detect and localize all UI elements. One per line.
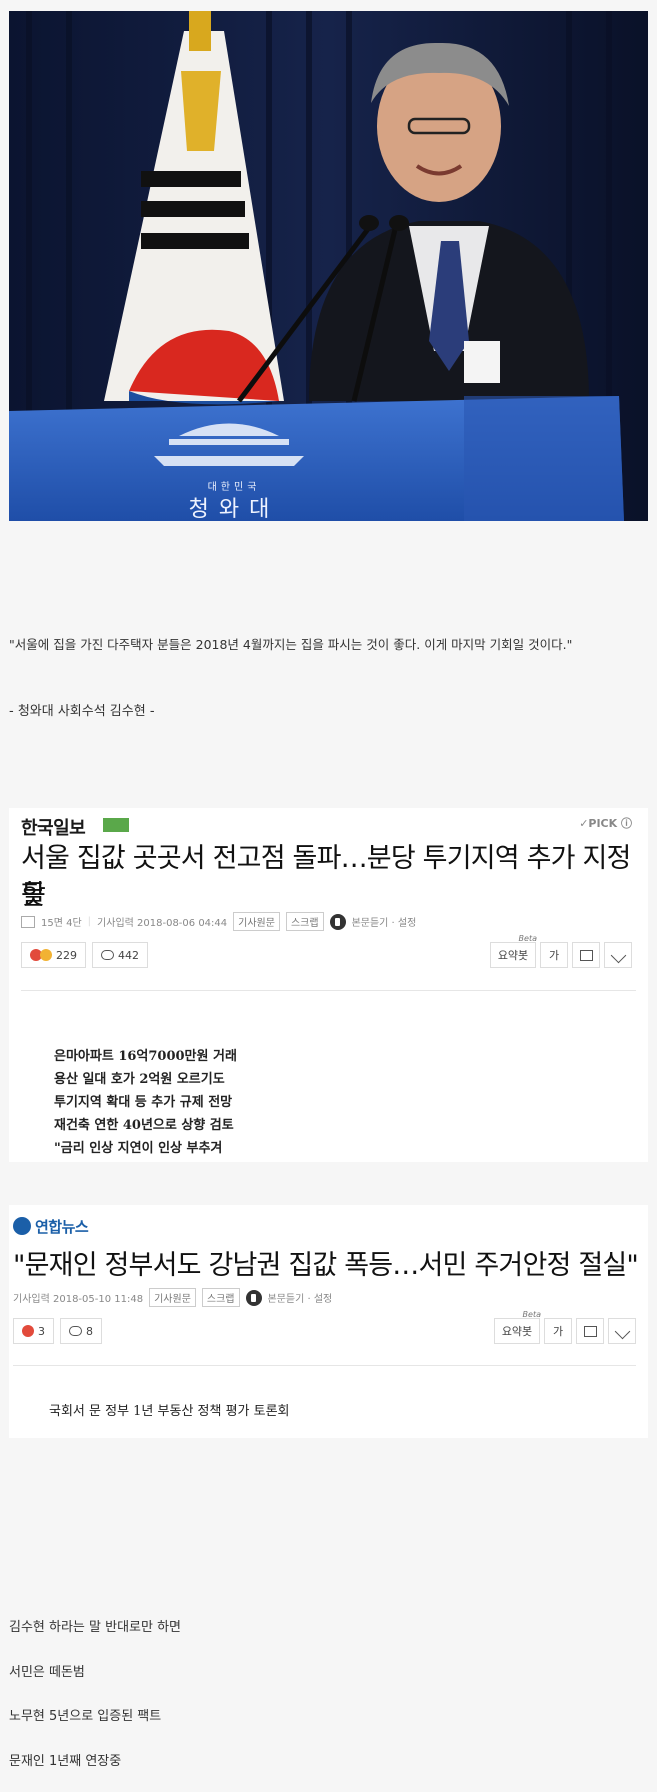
print-icon [583, 1325, 597, 1337]
share-button[interactable] [608, 1318, 636, 1344]
summary-bot-button[interactable]: 요약봇 Beta [494, 1310, 541, 1344]
original-article-button[interactable]: 기사원문 [233, 912, 280, 931]
comment-bubble-icon [69, 1326, 82, 1336]
newspaper-icon [21, 915, 35, 928]
comment-button[interactable]: 8 [60, 1318, 102, 1344]
reaction-count: 229 [56, 948, 77, 962]
yonhap-logo-icon [13, 1217, 31, 1235]
font-size-button[interactable]: 가 [540, 942, 568, 968]
article2-date: 기사입력 2018-05-10 11:48 [13, 1294, 144, 1305]
reaction-button[interactable]: 229 [21, 942, 86, 968]
sad-emoji-icon [40, 949, 52, 961]
reaction-button[interactable]: 3 [13, 1318, 54, 1344]
beta-label: Beta [522, 1310, 541, 1319]
closing-line-4: 문재인 1년째 연장중 [9, 1754, 122, 1769]
listen-settings-link[interactable]: 본문듣기 · 설정 [268, 1290, 333, 1305]
article1-subhead-1: 은마아파트 16억7000만원 거래 [54, 1049, 237, 1064]
print-button[interactable] [576, 1318, 604, 1344]
article1-meta: 15면 4단 | 기사입력 2018-08-06 04:44 기사원문 스크랩 … [21, 912, 416, 931]
article1-date: 기사입력 2018-08-06 04:44 [97, 918, 228, 929]
share-icon [610, 947, 626, 963]
meta-separator: | [87, 916, 92, 927]
article1-headline-line2[interactable]: 듯 [21, 877, 46, 914]
hankook-logo[interactable]: 한국일보 [21, 814, 86, 840]
quote-attribution: - 청와대 사회수석 김수현 - [9, 704, 155, 719]
article1-subhead-4: 재건축 연한 40년으로 상향 검토 [54, 1118, 234, 1133]
yonhap-logo[interactable]: 연합뉴스 [35, 1216, 89, 1237]
share-button[interactable] [604, 942, 632, 968]
listen-settings-link[interactable]: 본문듣기 · 설정 [352, 914, 417, 929]
angry-emoji-icon [22, 1325, 34, 1337]
print-icon [579, 949, 593, 961]
summary-bot-label: 요약봇 [497, 949, 529, 962]
article1-headline-line1[interactable]: 서울 집값 곳곳서 전고점 돌파…분당 투기지역 추가 지정할 [21, 840, 648, 914]
article1-subhead-3: 투기지역 확대 등 추가 규제 전망 [54, 1095, 233, 1110]
scrap-button[interactable]: 스크랩 [285, 912, 324, 931]
article1-subhead-5: "금리 인상 지연이 인상 부추겨 [54, 1141, 223, 1156]
article2-headline[interactable]: "문재인 정부서도 강남권 집값 폭등…서민 주거안정 절실" [13, 1247, 639, 1284]
beta-label: Beta [518, 934, 537, 943]
podium-text: 청와대 [188, 497, 280, 521]
page-info: 15면 4단 [41, 918, 82, 929]
listen-speaker-icon[interactable] [245, 1289, 262, 1306]
summary-bot-button[interactable]: 요약봇 Beta [490, 934, 537, 968]
summary-bot-label: 요약봇 [501, 1325, 533, 1338]
article1-subhead-2: 용산 일대 호가 2억원 오르기도 [54, 1072, 225, 1087]
scrap-button[interactable]: 스크랩 [201, 1288, 240, 1307]
comment-count: 442 [118, 948, 139, 962]
closing-line-1: 김수현 하라는 말 반대로만 하면 [9, 1620, 182, 1635]
closing-line-2: 서민은 떼돈범 [9, 1665, 85, 1680]
quote-text: "서울에 집을 가진 다주택자 분들은 2018년 4월까지는 집을 파시는 것… [9, 637, 573, 652]
share-icon [614, 1323, 630, 1339]
reaction-count: 3 [38, 1324, 45, 1338]
hankook-badge-icon [103, 818, 129, 832]
pick-badge: ✓PICK ⓘ [579, 817, 632, 830]
hankook-article-card[interactable]: 한국일보 ✓PICK ⓘ 서울 집값 곳곳서 전고점 돌파…분당 투기지역 추가… [9, 808, 648, 1162]
font-size-button[interactable]: 가 [544, 1318, 572, 1344]
yonhap-article-card[interactable]: 연합뉴스 "문재인 정부서도 강남권 집값 폭등…서민 주거안정 절실" 기사입… [9, 1205, 648, 1438]
article2-subhead: 국회서 문 정부 1년 부동산 정책 평가 토론회 [49, 1404, 290, 1419]
comment-bubble-icon [101, 950, 114, 960]
comment-count: 8 [86, 1324, 93, 1338]
article2-meta: 기사입력 2018-05-10 11:48 기사원문 스크랩 본문듣기 · 설정 [13, 1288, 332, 1307]
article1-divider [21, 990, 636, 991]
article2-divider [13, 1365, 636, 1366]
closing-line-3: 노무현 5년으로 입증된 팩트 [9, 1709, 162, 1724]
listen-speaker-icon[interactable] [329, 913, 346, 930]
comment-button[interactable]: 442 [92, 942, 148, 968]
original-article-button[interactable]: 기사원문 [149, 1288, 196, 1307]
press-briefing-photo: 대한민국 청와대 [9, 11, 648, 521]
print-button[interactable] [572, 942, 600, 968]
